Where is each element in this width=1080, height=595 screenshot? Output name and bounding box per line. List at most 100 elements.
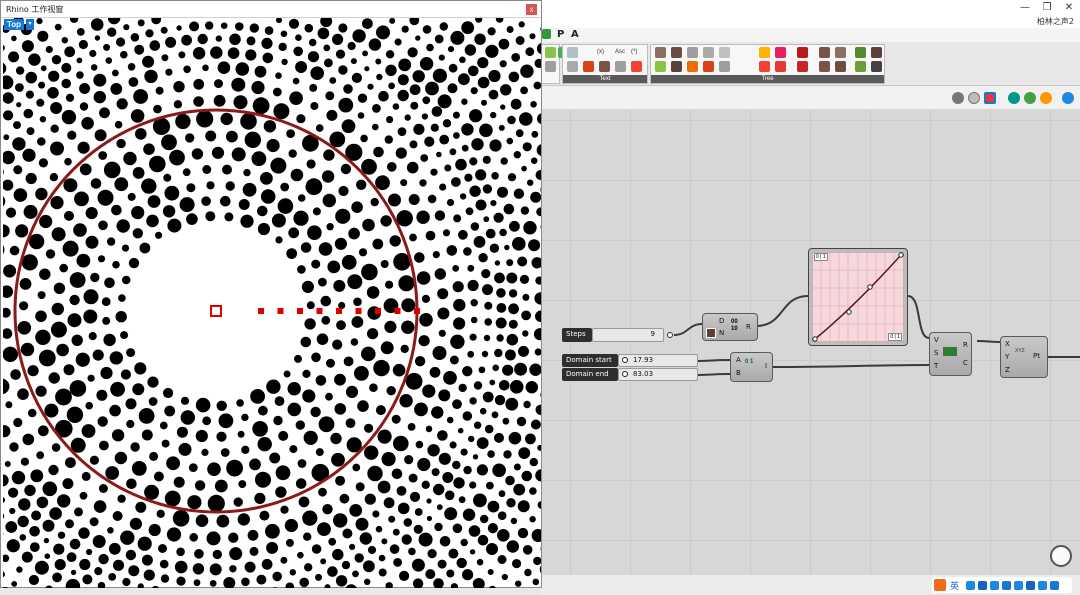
tree-graft-icon[interactable] xyxy=(655,47,666,58)
pt-input-x[interactable]: X xyxy=(1005,340,1010,348)
tree-filter-icon[interactable] xyxy=(855,61,866,72)
steps-value[interactable]: 9 xyxy=(592,328,664,342)
domain-start-value[interactable]: 17.93 xyxy=(618,354,698,367)
domain-start-slider[interactable]: Domain start 17.93 xyxy=(562,354,698,368)
slider-knob-icon[interactable] xyxy=(622,357,628,363)
tree-clean-icon[interactable] xyxy=(835,47,846,58)
preview-icon[interactable] xyxy=(952,92,964,104)
tree-entwine-icon[interactable] xyxy=(797,47,808,58)
tools-icon[interactable] xyxy=(1026,581,1035,590)
eval-input-s[interactable]: S xyxy=(934,349,938,357)
microphone-icon[interactable] xyxy=(990,581,999,590)
close-window-button[interactable]: ✕ xyxy=(1062,2,1076,14)
tree-trim-icon[interactable] xyxy=(775,47,786,58)
steps-slider[interactable]: Steps 9 xyxy=(562,328,673,343)
tree-gate-icon[interactable] xyxy=(871,47,882,58)
view-options-icon[interactable] xyxy=(1062,92,1074,104)
menu-item-p[interactable]: P xyxy=(557,29,564,40)
panel-label-tree[interactable]: Tree xyxy=(651,75,884,83)
domain-end-slider[interactable]: Domain end 83.03 xyxy=(562,368,698,382)
minimize-button[interactable]: — xyxy=(1018,2,1032,14)
text-case-icon[interactable]: Asc xyxy=(615,49,625,55)
tree-branch-icon[interactable] xyxy=(703,47,714,58)
graph-mapper[interactable]: 0 | 1 0 | 1 xyxy=(808,248,908,346)
viewport-menu-arrow-icon[interactable]: ▾ xyxy=(26,19,34,30)
point-marker[interactable] xyxy=(316,308,323,314)
tree-prune-icon[interactable] xyxy=(719,61,730,72)
point-marker[interactable] xyxy=(414,308,420,314)
text-tag-icon[interactable] xyxy=(567,61,578,72)
steps-output-grip[interactable] xyxy=(667,332,673,338)
grid-numbers-icon[interactable] xyxy=(567,47,578,58)
range-input-n[interactable]: N xyxy=(719,329,724,337)
center-point-marker[interactable] xyxy=(210,305,222,317)
eval-input-t[interactable]: T xyxy=(934,362,938,370)
eval-output-c[interactable]: C xyxy=(963,359,968,367)
eval-output-r[interactable]: R xyxy=(963,341,968,349)
tree-path-icon[interactable] xyxy=(719,47,730,58)
range-component[interactable]: D N 00 10 R xyxy=(702,313,758,341)
slider-knob-icon[interactable] xyxy=(622,371,628,377)
preview-mode-icon[interactable] xyxy=(1008,92,1020,104)
construct-point-component[interactable]: X Y Z XYZ Pt xyxy=(1000,336,1048,378)
keyboard-icon[interactable] xyxy=(1002,581,1011,590)
point-marker[interactable] xyxy=(394,308,401,314)
tree-explode-icon[interactable] xyxy=(655,61,666,72)
range-output-r[interactable]: R xyxy=(746,323,751,331)
tree-simplify-icon[interactable] xyxy=(687,47,698,58)
tree-relative-icon[interactable] xyxy=(797,61,808,72)
evaluate-component[interactable]: V S T R C xyxy=(929,332,972,376)
point-marker[interactable] xyxy=(258,308,264,314)
domain-input-a[interactable]: A xyxy=(736,356,741,364)
tree-stats-icon[interactable] xyxy=(671,61,682,72)
pt-output[interactable]: Pt xyxy=(1033,352,1040,360)
ime-language[interactable]: 英 xyxy=(950,579,959,592)
skin-icon[interactable] xyxy=(1014,581,1023,590)
point-marker[interactable] xyxy=(375,308,381,314)
range-input-d[interactable]: D xyxy=(719,317,724,325)
point-marker[interactable] xyxy=(336,308,342,314)
shaded-preview-icon[interactable] xyxy=(984,92,996,104)
wire-preview-icon[interactable] xyxy=(1024,92,1036,104)
tree-shift-icon[interactable] xyxy=(703,61,714,72)
format-icon[interactable]: (*) xyxy=(631,49,637,55)
point-marker[interactable] xyxy=(297,308,303,314)
text-split-icon[interactable] xyxy=(615,61,626,72)
tree-merge-icon[interactable] xyxy=(687,61,698,72)
viewport-canvas[interactable] xyxy=(3,18,541,588)
emoji-icon[interactable] xyxy=(978,581,987,590)
pt-input-y[interactable]: Y xyxy=(1005,353,1009,361)
sogou-icon[interactable] xyxy=(934,579,946,591)
sketch-tool-icon[interactable] xyxy=(968,92,980,104)
grasshopper-canvas[interactable]: Steps 9 D N 00 10 R 0 | 1 0 | 1 Domain s… xyxy=(540,110,1080,575)
panel-label-text[interactable]: Text xyxy=(563,75,647,83)
concat-icon[interactable] xyxy=(599,61,610,72)
punctuation-icon[interactable] xyxy=(966,581,975,590)
panel-icon[interactable] xyxy=(545,47,556,58)
tree-unflatten-icon[interactable] xyxy=(759,61,770,72)
text-fragment-icon[interactable] xyxy=(631,61,642,72)
navigation-compass-icon[interactable] xyxy=(1050,545,1072,567)
tree-stream-icon[interactable] xyxy=(855,47,866,58)
viewport-tab-top[interactable]: Top xyxy=(4,19,25,30)
domain-input-b[interactable]: B xyxy=(736,369,741,377)
shirt-icon[interactable] xyxy=(1038,581,1047,590)
rhino-close-button[interactable]: x xyxy=(526,4,537,15)
sketch-icon[interactable] xyxy=(545,61,556,72)
construct-domain-component[interactable]: A B 0 1 I xyxy=(730,352,773,382)
menu-grid-icon[interactable] xyxy=(1050,581,1059,590)
domain-end-value[interactable]: 83.03 xyxy=(618,368,698,381)
tree-flatten-icon[interactable] xyxy=(671,47,682,58)
colour-preview-icon[interactable] xyxy=(1040,92,1052,104)
tree-match-icon[interactable] xyxy=(819,47,830,58)
text-orange-icon[interactable] xyxy=(583,61,594,72)
menu-item-a[interactable]: A xyxy=(571,29,579,40)
eval-input-v[interactable]: V xyxy=(934,336,939,344)
expression-icon[interactable]: (x) xyxy=(597,49,604,55)
maximize-button[interactable]: ❐ xyxy=(1040,2,1054,14)
tree-split-icon[interactable] xyxy=(775,61,786,72)
domain-output-i[interactable]: I xyxy=(765,362,767,370)
ime-toolbar[interactable]: 英 xyxy=(932,577,1072,593)
tree-suffix-icon[interactable] xyxy=(759,47,770,58)
pt-input-z[interactable]: Z xyxy=(1005,366,1010,374)
